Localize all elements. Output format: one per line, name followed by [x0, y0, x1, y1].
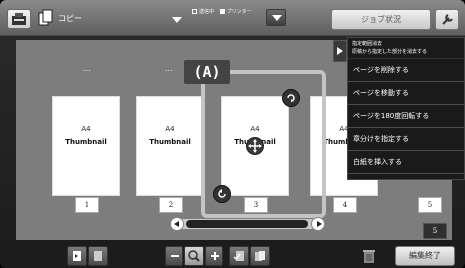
callout-label: (A) — [184, 60, 230, 84]
ellipsis: ... — [83, 64, 91, 73]
scroll-right-button[interactable] — [311, 217, 325, 231]
page-layout-button[interactable] — [250, 246, 270, 266]
minus-icon — [171, 255, 179, 257]
menu-item-move-page[interactable]: ページを移動する — [348, 82, 464, 105]
move-handle-icon[interactable] — [246, 137, 264, 155]
scrollbar-thumb[interactable] — [186, 220, 308, 228]
rotate-cw-icon[interactable] — [282, 89, 300, 107]
thumbnail-text: Thumbnail — [65, 138, 107, 146]
copy-edit-screen: コピー 送信中 プリンター ジョブ状況 ... ... ... 原稿 001 A… — [0, 0, 465, 268]
menu-header-title: 指定範囲消去 — [352, 41, 383, 47]
menu-item-chapter[interactable]: 章分けを指定する — [348, 128, 464, 151]
edit-mark-button[interactable] — [229, 246, 249, 266]
zoom-button[interactable] — [184, 246, 204, 266]
zoom-out-button[interactable] — [165, 246, 183, 266]
magnifier-icon — [188, 250, 200, 262]
sending-indicator-icon — [192, 9, 197, 14]
menu-header[interactable]: 指定範囲消去 原稿から指定した部分を消去する — [348, 38, 464, 59]
page-label: 原稿 — [53, 98, 66, 105]
page-number: 1 — [75, 197, 99, 213]
page-stack-icon — [255, 251, 265, 261]
page-number: 4 — [333, 197, 357, 213]
rotate-ccw-icon[interactable] — [213, 185, 231, 203]
page-id: 002 — [137, 105, 149, 112]
action-menu: 指定範囲消去 原稿から指定した部分を消去する ページを削除する ページを移動する… — [347, 37, 465, 180]
ellipsis: ... — [165, 64, 173, 73]
menu-item-delete-page[interactable]: ページを削除する — [348, 59, 464, 82]
check-page-icon — [233, 251, 244, 261]
double-page-icon — [94, 251, 102, 261]
page-label: 原稿 — [137, 98, 150, 105]
mode-label: コピー — [58, 14, 82, 23]
thumbnail-text: Thumbnail — [149, 138, 191, 146]
scroll-left-button[interactable] — [170, 217, 184, 231]
trash-icon[interactable] — [362, 248, 376, 264]
menu-header-desc: 原稿から指定した部分を消去する — [352, 49, 428, 55]
printer-indicator-icon — [219, 9, 225, 14]
copy-icon — [38, 9, 53, 26]
plus-icon — [211, 252, 219, 260]
page-number: 2 — [159, 197, 183, 213]
mode-switch-button[interactable] — [7, 9, 31, 29]
mode-dropdown-arrow[interactable] — [172, 17, 182, 23]
page-size: A4 — [81, 125, 91, 133]
finish-edit-button[interactable]: 編集終了 — [395, 246, 455, 266]
zoom-in-button[interactable] — [205, 246, 223, 266]
page-count-badge: 5 — [423, 223, 447, 239]
page-number: 5 — [418, 197, 442, 213]
menu-item-insert-blank[interactable]: 白紙を挿入する — [348, 151, 464, 174]
page-size: A4 — [165, 125, 175, 133]
view-double-button[interactable] — [88, 246, 108, 266]
status-dropdown-button[interactable] — [266, 9, 286, 26]
page-id: 001 — [53, 105, 65, 112]
page-label: 原稿 — [222, 98, 235, 105]
view-single-button[interactable] — [67, 246, 87, 266]
settings-button[interactable] — [435, 9, 459, 30]
page-number: 3 — [244, 197, 268, 213]
menu-item-rotate-page[interactable]: ページを180度回転する — [348, 105, 464, 128]
job-status-button[interactable]: ジョブ状況 — [331, 9, 431, 30]
wrench-icon — [442, 14, 453, 25]
device-status: 送信中 プリンター — [192, 9, 260, 27]
menu-collapse-button[interactable] — [333, 40, 347, 62]
status-sending-label: 送信中 — [199, 9, 215, 15]
page-id: 003 — [222, 105, 234, 112]
copy-mode-icon — [12, 13, 26, 25]
single-page-icon — [73, 251, 81, 261]
page-size: A4 — [250, 125, 260, 133]
status-printer-label: プリンター — [226, 9, 252, 15]
